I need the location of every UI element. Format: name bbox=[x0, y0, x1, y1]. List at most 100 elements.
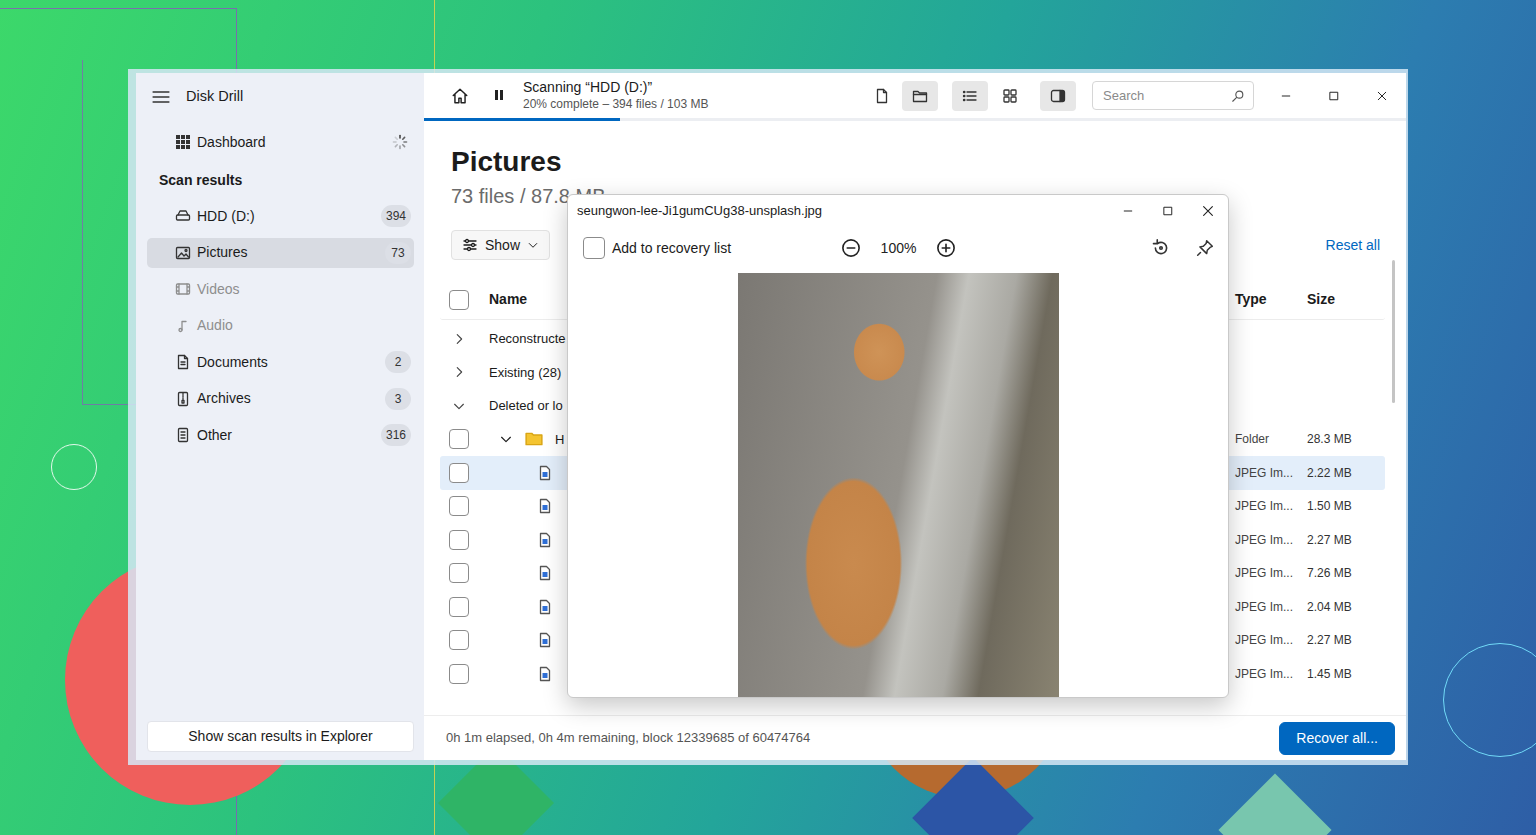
recover-all-button[interactable]: Recover all... bbox=[1279, 722, 1395, 755]
folder-icon bbox=[525, 430, 543, 448]
sidebar: Disk DrillDashboardScan resultsHDD (D:)3… bbox=[136, 73, 424, 760]
spinner-icon bbox=[392, 134, 408, 150]
folder-icon bbox=[912, 88, 928, 104]
type-cell: JPEG Im... bbox=[1235, 631, 1305, 649]
item-label: HDD (D:) bbox=[197, 206, 381, 227]
count-badge: 3 bbox=[385, 388, 411, 410]
category-title: Pictures bbox=[451, 145, 1385, 179]
preview-maximize-button[interactable] bbox=[1148, 195, 1188, 227]
zoom-out-icon bbox=[841, 238, 861, 258]
zoom-controls: 100% bbox=[841, 238, 957, 259]
check-cell bbox=[440, 597, 478, 617]
chevron-down-icon bbox=[499, 432, 513, 446]
sidebar-spacer bbox=[147, 457, 414, 722]
check-cell bbox=[440, 429, 478, 449]
row-checkbox[interactable] bbox=[449, 463, 469, 483]
type-cell: Folder bbox=[1235, 430, 1305, 448]
maximize-icon bbox=[1162, 205, 1174, 217]
dropdown-icon bbox=[527, 239, 539, 251]
other-icon bbox=[175, 427, 191, 443]
item-label: Videos bbox=[197, 279, 411, 300]
show-in-explorer-button[interactable]: Show scan results in Explorer bbox=[147, 721, 414, 752]
minimize-button[interactable] bbox=[1262, 73, 1310, 118]
maximize-button[interactable] bbox=[1310, 73, 1358, 118]
section-label: Scan results bbox=[159, 170, 414, 190]
row-checkbox[interactable] bbox=[449, 429, 469, 449]
folder-view-button[interactable] bbox=[902, 81, 938, 111]
chevron-right-icon bbox=[452, 332, 466, 346]
zoom-in-button[interactable] bbox=[936, 238, 956, 258]
row-checkbox[interactable] bbox=[449, 630, 469, 650]
row-checkbox[interactable] bbox=[449, 530, 469, 550]
preview-minimize-button[interactable] bbox=[1108, 195, 1148, 227]
decor-ring bbox=[1443, 643, 1536, 757]
folder-name: H bbox=[555, 430, 564, 450]
sidebar-item[interactable]: HDD (D:)394 bbox=[147, 201, 414, 231]
dashboard-label: Dashboard bbox=[197, 132, 392, 153]
sidebar-item[interactable]: Documents2 bbox=[147, 347, 414, 377]
grid-icon bbox=[1002, 88, 1018, 104]
check-cell bbox=[440, 496, 478, 516]
show-filter-button[interactable]: Show bbox=[451, 230, 550, 260]
chevron-cell bbox=[440, 332, 478, 346]
audio-icon bbox=[175, 318, 191, 334]
list-view-button[interactable] bbox=[952, 81, 988, 111]
chevron-right-icon bbox=[452, 365, 466, 379]
search-input[interactable] bbox=[1092, 81, 1254, 110]
group-label: Reconstructe bbox=[489, 329, 566, 349]
pictures-icon bbox=[175, 245, 191, 261]
photo bbox=[738, 273, 1059, 697]
file-view-button[interactable] bbox=[864, 81, 900, 111]
sidebar-header: Disk Drill bbox=[147, 73, 414, 121]
row-checkbox[interactable] bbox=[449, 597, 469, 617]
rotate-button[interactable] bbox=[1151, 238, 1171, 258]
menu-button[interactable] bbox=[152, 88, 170, 106]
dashboard-item[interactable]: Dashboard bbox=[147, 127, 414, 157]
pin-button[interactable] bbox=[1196, 239, 1214, 257]
grid-view-button[interactable] bbox=[992, 81, 1028, 111]
row-checkbox[interactable] bbox=[449, 496, 469, 516]
panel-view-button[interactable] bbox=[1040, 81, 1076, 111]
scrollbar-thumb[interactable] bbox=[1392, 260, 1395, 403]
size-cell: 1.50 MB bbox=[1305, 497, 1385, 515]
maximize-icon bbox=[1328, 90, 1340, 102]
rotate-icon bbox=[1151, 238, 1171, 258]
type-header[interactable]: Type bbox=[1235, 289, 1305, 310]
image-file-icon bbox=[537, 465, 553, 481]
sidebar-item[interactable]: Pictures73 bbox=[147, 238, 414, 268]
type-cell: JPEG Im... bbox=[1235, 598, 1305, 616]
size-cell: 2.22 MB bbox=[1305, 464, 1385, 482]
menu-icon bbox=[152, 88, 170, 106]
row-checkbox[interactable] bbox=[449, 563, 469, 583]
search-icon bbox=[1231, 89, 1245, 103]
zoom-in-icon bbox=[936, 238, 956, 258]
preview-close-button[interactable] bbox=[1188, 195, 1228, 227]
pin-icon bbox=[1196, 239, 1214, 257]
add-to-recovery-checkbox[interactable] bbox=[583, 237, 605, 259]
scan-progress-fill bbox=[424, 118, 620, 121]
pause-button[interactable] bbox=[491, 87, 509, 105]
home-button[interactable] bbox=[451, 87, 469, 105]
select-all-checkbox[interactable] bbox=[449, 290, 469, 310]
type-cell: JPEG Im... bbox=[1235, 464, 1305, 482]
add-to-recovery-label[interactable]: Add to recovery list bbox=[612, 238, 731, 259]
reset-all-link[interactable]: Reset all bbox=[1326, 235, 1380, 256]
filter-icon bbox=[462, 237, 478, 253]
row-checkbox[interactable] bbox=[449, 664, 469, 684]
size-cell: 2.27 MB bbox=[1305, 631, 1385, 649]
search-box bbox=[1092, 81, 1254, 110]
count-badge: 394 bbox=[381, 205, 411, 227]
chevron-down-icon bbox=[452, 399, 466, 413]
sidebar-item[interactable]: Archives3 bbox=[147, 384, 414, 414]
item-label: Audio bbox=[197, 315, 411, 336]
zoom-out-button[interactable] bbox=[841, 238, 861, 258]
sidebar-item[interactable]: Other316 bbox=[147, 420, 414, 450]
decor-diamond bbox=[1218, 773, 1331, 835]
scan-progress-text: 20% complete – 394 files / 103 MB bbox=[523, 97, 708, 112]
videos-icon bbox=[175, 281, 191, 297]
decor-ring bbox=[51, 444, 97, 490]
close-button[interactable] bbox=[1358, 73, 1406, 118]
size-header[interactable]: Size bbox=[1305, 289, 1385, 310]
column-label: Name bbox=[489, 289, 527, 310]
image-file-icon bbox=[537, 532, 553, 548]
